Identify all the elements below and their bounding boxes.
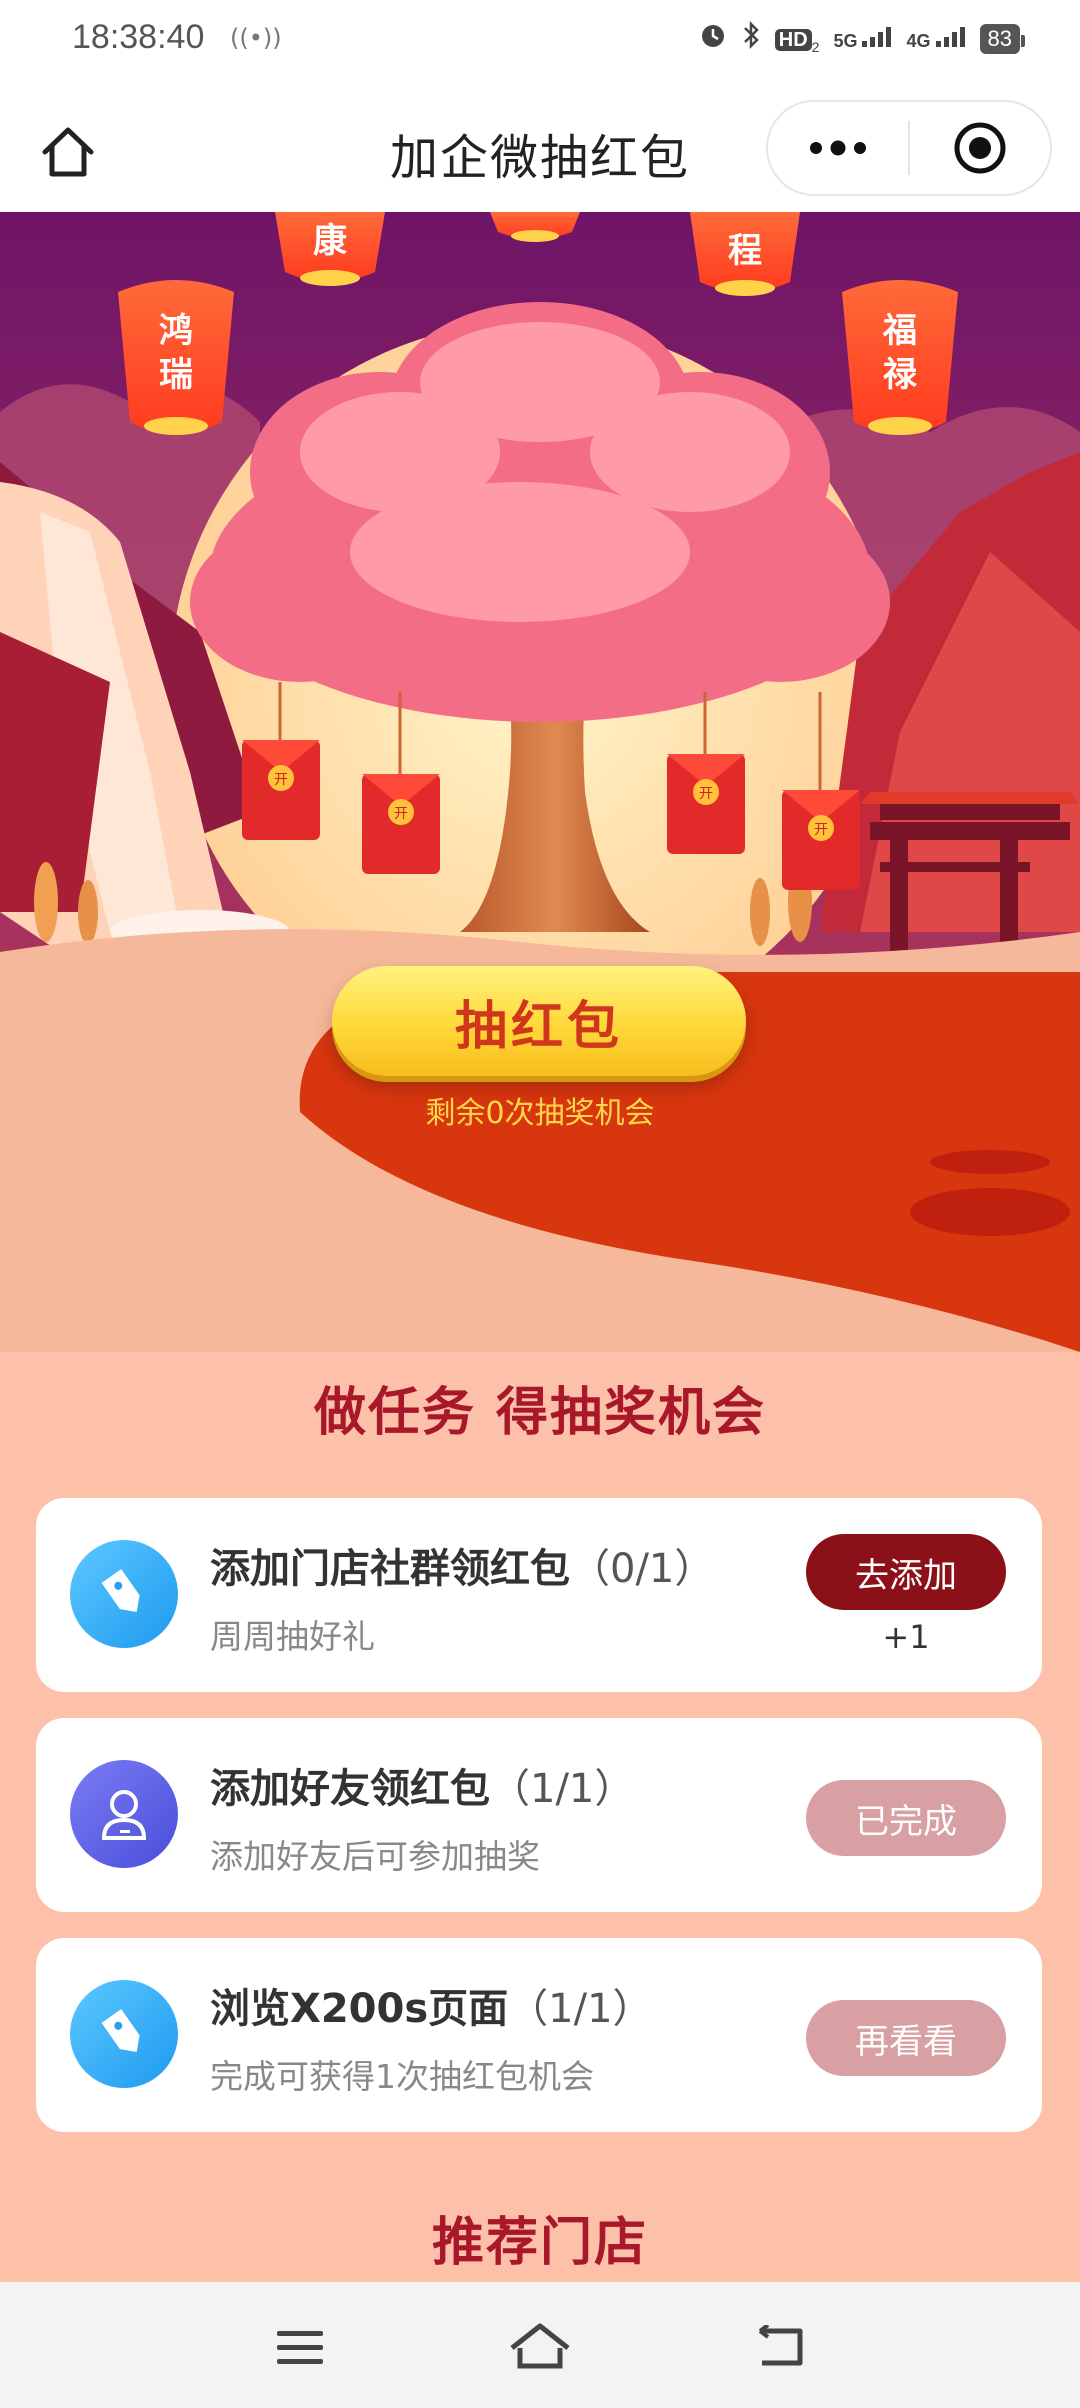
status-icons: HD 2 5G 4G 83 xyxy=(699,20,1026,57)
system-home-button[interactable] xyxy=(500,2312,580,2382)
nav-bar: 加企微抽红包 xyxy=(0,92,1080,212)
draw-red-envelope-button[interactable]: 抽红包 xyxy=(332,966,746,1076)
home-outline-icon xyxy=(510,2323,570,2369)
menu-button[interactable] xyxy=(260,2312,340,2382)
task-title: 添加好友领红包（1/1） xyxy=(210,1766,635,1812)
bluetooth-icon xyxy=(741,20,761,57)
close-button[interactable] xyxy=(910,102,1050,194)
envelope-mark: 开 xyxy=(394,806,408,822)
network-activity-icon: ((•)) xyxy=(230,24,282,52)
task-card: 添加好友领红包（1/1） 添加好友后可参加抽奖 已完成 xyxy=(36,1718,1042,1912)
envelope-mark: 开 xyxy=(699,786,713,802)
task-title: 添加门店社群领红包（0/1） xyxy=(210,1546,715,1592)
alarm-icon xyxy=(699,21,727,56)
battery-icon: 83 xyxy=(979,23,1026,54)
lantern-text: 康 xyxy=(313,221,347,261)
back-arrow-icon xyxy=(758,2325,803,2366)
stores-section-title: 推荐门店 xyxy=(431,2213,648,2273)
tasks-section-title: 做任务 得抽奖机会 xyxy=(313,1383,767,1443)
envelope-mark: 开 xyxy=(274,772,288,788)
miniprogram-capsule xyxy=(766,100,1052,196)
task-card: 浏览X200s页面（1/1） 完成可获得1次抽红包机会 再看看 xyxy=(36,1938,1042,2132)
completed-button[interactable]: 已完成 xyxy=(806,1780,1006,1856)
more-dots-icon xyxy=(810,140,866,156)
more-button[interactable] xyxy=(768,102,908,194)
task-bonus: +1 xyxy=(882,1618,930,1656)
hd-icon: HD 2 xyxy=(774,22,819,55)
signal-4g-icon: 4G xyxy=(906,27,965,50)
task-subtitle: 完成可获得1次抽红包机会 xyxy=(210,2057,594,2096)
envelope-mark: 开 xyxy=(814,822,828,838)
task-subtitle: 添加好友后可参加抽奖 xyxy=(210,1837,540,1876)
task-card: 添加门店社群领红包（0/1） 周周抽好礼 去添加 +1 xyxy=(36,1498,1042,1692)
lantern-text: 程 xyxy=(728,231,762,271)
user-icon xyxy=(70,1760,178,1868)
system-nav-bar xyxy=(0,2282,1080,2408)
tag-icon xyxy=(70,1980,178,2088)
hero-banner: 开 开 开 开 康 程 鸿瑞 福禄 抽红包 剩余0次抽奖机会 xyxy=(0,212,1080,1352)
add-group-button[interactable]: 去添加 xyxy=(806,1534,1006,1610)
status-time: 18:38:40 xyxy=(72,18,205,56)
signal-5g-icon: 5G xyxy=(833,27,892,50)
task-title: 浏览X200s页面（1/1） xyxy=(210,1986,653,2032)
view-again-button[interactable]: 再看看 xyxy=(806,2000,1006,2076)
close-target-icon xyxy=(954,122,1006,174)
menu-icon xyxy=(277,2331,323,2364)
back-button[interactable] xyxy=(740,2312,820,2382)
hero-illustration: 开 开 开 开 康 程 鸿瑞 福禄 xyxy=(0,212,1080,1352)
tag-icon xyxy=(70,1540,178,1648)
status-bar: 18:38:40 ((•)) HD 2 5G 4G 83 xyxy=(0,0,1080,92)
task-subtitle: 周周抽好礼 xyxy=(210,1617,375,1656)
remaining-chances: 剩余0次抽奖机会 xyxy=(425,1096,655,1131)
